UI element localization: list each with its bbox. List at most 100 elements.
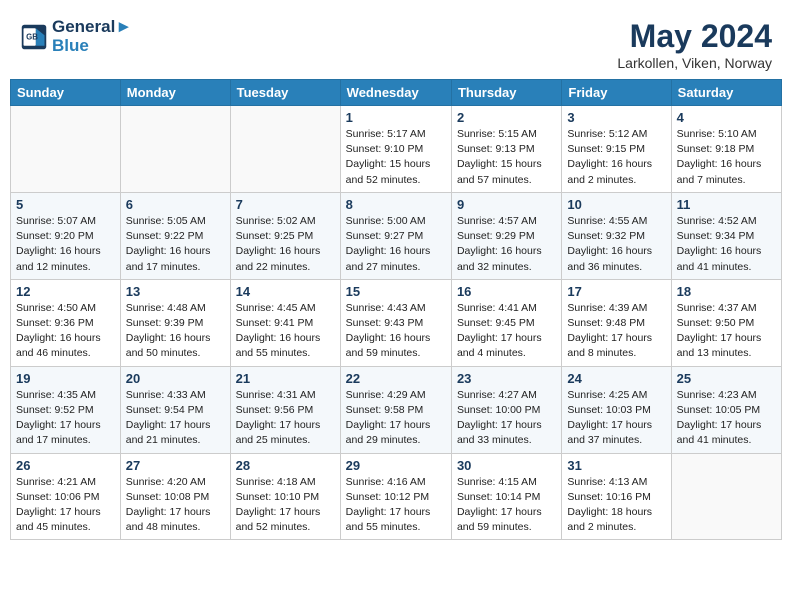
- calendar-cell: 13 Sunrise: 4:48 AMSunset: 9:39 PMDayligh…: [120, 279, 230, 366]
- day-number: 14: [236, 284, 335, 299]
- day-number: 9: [457, 197, 556, 212]
- day-info: Sunrise: 4:15 AMSunset: 10:14 PMDaylight…: [457, 475, 556, 536]
- calendar-cell: 29 Sunrise: 4:16 AMSunset: 10:12 PMDaylig…: [340, 453, 451, 540]
- day-number: 4: [677, 110, 776, 125]
- day-number: 3: [567, 110, 665, 125]
- location: Larkollen, Viken, Norway: [617, 55, 772, 71]
- weekday-header-tuesday: Tuesday: [230, 80, 340, 106]
- day-info: Sunrise: 4:37 AMSunset: 9:50 PMDaylight:…: [677, 301, 776, 362]
- day-info: Sunrise: 4:52 AMSunset: 9:34 PMDaylight:…: [677, 214, 776, 275]
- calendar-cell: 30 Sunrise: 4:15 AMSunset: 10:14 PMDaylig…: [451, 453, 561, 540]
- calendar-cell: 11 Sunrise: 4:52 AMSunset: 9:34 PMDayligh…: [671, 192, 781, 279]
- calendar-cell: 20Sunrise: 4:33 AMSunset: 9:54 PMDayligh…: [120, 366, 230, 453]
- day-info: Sunrise: 4:25 AMSunset: 10:03 PMDaylight…: [567, 388, 665, 449]
- calendar-cell: 9 Sunrise: 4:57 AMSunset: 9:29 PMDaylight…: [451, 192, 561, 279]
- day-number: 17: [567, 284, 665, 299]
- day-info: Sunrise: 4:45 AMSunset: 9:41 PMDaylight:…: [236, 301, 335, 362]
- day-number: 25: [677, 371, 776, 386]
- day-number: 28: [236, 458, 335, 473]
- day-number: 26: [16, 458, 115, 473]
- day-number: 30: [457, 458, 556, 473]
- calendar-cell: 26Sunrise: 4:21 AMSunset: 10:06 PMDaylig…: [11, 453, 121, 540]
- calendar-cell: [671, 453, 781, 540]
- day-number: 10: [567, 197, 665, 212]
- day-info: Sunrise: 4:31 AMSunset: 9:56 PMDaylight:…: [236, 388, 335, 449]
- day-info: Sunrise: 5:05 AMSunset: 9:22 PMDaylight:…: [126, 214, 225, 275]
- calendar-cell: 31 Sunrise: 4:13 AMSunset: 10:16 PMDaylig…: [562, 453, 671, 540]
- calendar-cell: 23 Sunrise: 4:27 AMSunset: 10:00 PMDaylig…: [451, 366, 561, 453]
- weekday-header-monday: Monday: [120, 80, 230, 106]
- day-number: 31: [567, 458, 665, 473]
- calendar-cell: 18 Sunrise: 4:37 AMSunset: 9:50 PMDayligh…: [671, 279, 781, 366]
- calendar-cell: 5 Sunrise: 5:07 AMSunset: 9:20 PMDaylight…: [11, 192, 121, 279]
- day-info: Sunrise: 4:43 AMSunset: 9:43 PMDaylight:…: [346, 301, 446, 362]
- calendar-cell: 22 Sunrise: 4:29 AMSunset: 9:58 PMDayligh…: [340, 366, 451, 453]
- day-info: Sunrise: 4:23 AMSunset: 10:05 PMDaylight…: [677, 388, 776, 449]
- day-info: Sunrise: 5:17 AMSunset: 9:10 PMDaylight:…: [346, 127, 446, 188]
- day-info: Sunrise: 5:02 AMSunset: 9:25 PMDaylight:…: [236, 214, 335, 275]
- calendar-cell: 17 Sunrise: 4:39 AMSunset: 9:48 PMDayligh…: [562, 279, 671, 366]
- day-number: 7: [236, 197, 335, 212]
- day-info: Sunrise: 4:13 AMSunset: 10:16 PMDaylight…: [567, 475, 665, 536]
- day-number: 22: [346, 371, 446, 386]
- weekday-header-friday: Friday: [562, 80, 671, 106]
- day-info: Sunrise: 4:55 AMSunset: 9:32 PMDaylight:…: [567, 214, 665, 275]
- calendar-cell: 21 Sunrise: 4:31 AMSunset: 9:56 PMDayligh…: [230, 366, 340, 453]
- day-info: Sunrise: 4:41 AMSunset: 9:45 PMDaylight:…: [457, 301, 556, 362]
- day-number: 12: [16, 284, 115, 299]
- day-info: Sunrise: 4:20 AMSunset: 10:08 PMDaylight…: [126, 475, 225, 536]
- day-info: Sunrise: 5:12 AMSunset: 9:15 PMDaylight:…: [567, 127, 665, 188]
- calendar-cell: 4Sunrise: 5:10 AMSunset: 9:18 PMDaylight…: [671, 106, 781, 193]
- day-info: Sunrise: 4:57 AMSunset: 9:29 PMDaylight:…: [457, 214, 556, 275]
- day-info: Sunrise: 5:07 AMSunset: 9:20 PMDaylight:…: [16, 214, 115, 275]
- calendar-cell: 12 Sunrise: 4:50 AMSunset: 9:36 PMDayligh…: [11, 279, 121, 366]
- calendar-week-3: 12 Sunrise: 4:50 AMSunset: 9:36 PMDayligh…: [11, 279, 782, 366]
- calendar-week-4: 19 Sunrise: 4:35 AMSunset: 9:52 PMDayligh…: [11, 366, 782, 453]
- calendar-cell: 16 Sunrise: 4:41 AMSunset: 9:45 PMDayligh…: [451, 279, 561, 366]
- day-number: 1: [346, 110, 446, 125]
- day-info: Sunrise: 4:39 AMSunset: 9:48 PMDaylight:…: [567, 301, 665, 362]
- calendar-cell: 24 Sunrise: 4:25 AMSunset: 10:03 PMDaylig…: [562, 366, 671, 453]
- calendar-cell: [230, 106, 340, 193]
- day-number: 13: [126, 284, 225, 299]
- calendar-cell: 2Sunrise: 5:15 AMSunset: 9:13 PMDaylight…: [451, 106, 561, 193]
- day-number: 18: [677, 284, 776, 299]
- day-number: 8: [346, 197, 446, 212]
- day-info: Sunrise: 4:50 AMSunset: 9:36 PMDaylight:…: [16, 301, 115, 362]
- day-number: 6: [126, 197, 225, 212]
- day-number: 29: [346, 458, 446, 473]
- month-title: May 2024: [617, 18, 772, 55]
- day-number: 16: [457, 284, 556, 299]
- logo: GB General► Blue: [20, 18, 132, 55]
- calendar-cell: 1 Sunrise: 5:17 AMSunset: 9:10 PMDaylight…: [340, 106, 451, 193]
- calendar-week-2: 5 Sunrise: 5:07 AMSunset: 9:20 PMDaylight…: [11, 192, 782, 279]
- calendar-cell: 6 Sunrise: 5:05 AMSunset: 9:22 PMDaylight…: [120, 192, 230, 279]
- day-number: 23: [457, 371, 556, 386]
- calendar-cell: 14 Sunrise: 4:45 AMSunset: 9:41 PMDayligh…: [230, 279, 340, 366]
- day-info: Sunrise: 4:29 AMSunset: 9:58 PMDaylight:…: [346, 388, 446, 449]
- day-number: 5: [16, 197, 115, 212]
- calendar-cell: [11, 106, 121, 193]
- day-info: Sunrise: 4:27 AMSunset: 10:00 PMDaylight…: [457, 388, 556, 449]
- day-info: Sunrise: 4:35 AMSunset: 9:52 PMDaylight:…: [16, 388, 115, 449]
- calendar-cell: [120, 106, 230, 193]
- day-info: Sunrise: 4:16 AMSunset: 10:12 PMDaylight…: [346, 475, 446, 536]
- calendar-cell: 25 Sunrise: 4:23 AMSunset: 10:05 PMDaylig…: [671, 366, 781, 453]
- page-header: GB General► Blue May 2024 Larkollen, Vik…: [10, 10, 782, 75]
- weekday-header-sunday: Sunday: [11, 80, 121, 106]
- day-number: 11: [677, 197, 776, 212]
- calendar-week-1: 1 Sunrise: 5:17 AMSunset: 9:10 PMDaylight…: [11, 106, 782, 193]
- weekday-header-saturday: Saturday: [671, 80, 781, 106]
- calendar-cell: 10 Sunrise: 4:55 AMSunset: 9:32 PMDayligh…: [562, 192, 671, 279]
- day-info: Sunrise: 4:48 AMSunset: 9:39 PMDaylight:…: [126, 301, 225, 362]
- calendar-cell: 7 Sunrise: 5:02 AMSunset: 9:25 PMDaylight…: [230, 192, 340, 279]
- calendar-week-5: 26Sunrise: 4:21 AMSunset: 10:06 PMDaylig…: [11, 453, 782, 540]
- day-info: Sunrise: 5:15 AMSunset: 9:13 PMDaylight:…: [457, 127, 556, 188]
- calendar-cell: 8Sunrise: 5:00 AMSunset: 9:27 PMDaylight…: [340, 192, 451, 279]
- day-info: Sunrise: 4:33 AMSunset: 9:54 PMDaylight:…: [126, 388, 225, 449]
- day-number: 24: [567, 371, 665, 386]
- logo-icon: GB: [20, 23, 48, 51]
- day-number: 19: [16, 371, 115, 386]
- day-number: 21: [236, 371, 335, 386]
- day-info: Sunrise: 4:18 AMSunset: 10:10 PMDaylight…: [236, 475, 335, 536]
